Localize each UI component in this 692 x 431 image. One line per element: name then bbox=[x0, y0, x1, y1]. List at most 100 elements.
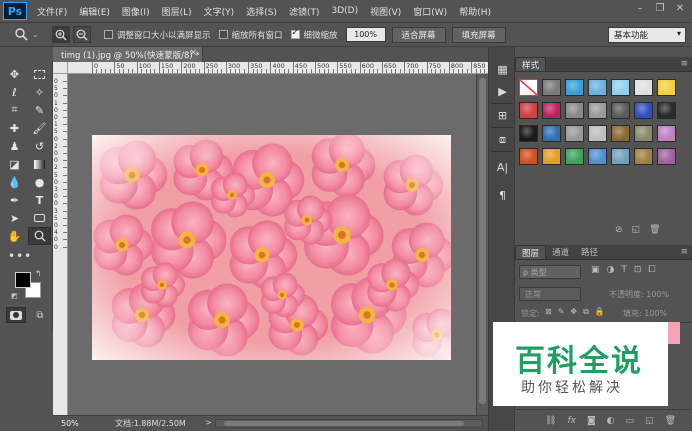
resize-windows-checkbox[interactable]: 调整窗口大小以满屏显示 bbox=[104, 29, 211, 41]
menu-layer[interactable]: 图层(L) bbox=[156, 5, 198, 18]
eraser-tool-icon[interactable]: ◪ bbox=[3, 155, 26, 173]
delete-layer-icon[interactable]: 🗑 bbox=[665, 416, 676, 426]
menu-help[interactable]: 帮助(H) bbox=[453, 5, 497, 18]
tab-paths[interactable]: 路径 bbox=[575, 245, 604, 259]
style-swatch[interactable] bbox=[565, 79, 584, 96]
style-swatch[interactable] bbox=[588, 79, 607, 96]
opacity-field[interactable]: 不透明度: 100% bbox=[609, 289, 669, 300]
style-swatch[interactable] bbox=[634, 148, 653, 165]
style-swatch[interactable] bbox=[657, 148, 676, 165]
style-swatch[interactable] bbox=[542, 148, 561, 165]
style-swatch[interactable] bbox=[565, 125, 584, 142]
menu-image[interactable]: 图像(I) bbox=[116, 5, 156, 18]
checkbox-zoom-all[interactable] bbox=[218, 30, 228, 39]
fill-screen-button[interactable]: 填充屏幕 bbox=[451, 26, 506, 43]
style-swatch[interactable] bbox=[542, 102, 561, 119]
document-info[interactable]: 文档:1.88M/2.50M bbox=[115, 418, 186, 429]
new-style-icon[interactable]: ◱ bbox=[632, 225, 641, 235]
scrollbar-thumb[interactable] bbox=[479, 78, 486, 404]
style-swatch[interactable] bbox=[565, 102, 584, 119]
zoom-percent-field[interactable]: 100% bbox=[345, 27, 386, 42]
screen-mode-icon[interactable]: ⧉ bbox=[32, 307, 48, 323]
default-colors-icon[interactable]: ◩ bbox=[11, 292, 18, 300]
tab-channels[interactable]: 通道 bbox=[546, 245, 575, 259]
path-selection-tool-icon[interactable]: ➤ bbox=[3, 209, 26, 227]
style-swatch[interactable] bbox=[519, 79, 538, 96]
filter-shape-icon[interactable]: ⊡ bbox=[634, 265, 642, 275]
style-swatch[interactable] bbox=[634, 102, 653, 119]
pen-tool-icon[interactable]: ✒ bbox=[3, 191, 26, 209]
layers-panel-menu-icon[interactable]: ≡ bbox=[680, 247, 688, 257]
edit-toolbar-icon[interactable]: ••• bbox=[8, 249, 52, 263]
history-panel-icon[interactable]: ▦ bbox=[493, 61, 512, 78]
tool-preset-chevron-icon[interactable]: ⌄ bbox=[30, 26, 40, 43]
style-swatch[interactable] bbox=[611, 125, 630, 142]
style-swatch[interactable] bbox=[519, 148, 538, 165]
style-swatch[interactable] bbox=[588, 102, 607, 119]
shape-tool-icon[interactable] bbox=[28, 209, 51, 227]
new-layer-icon[interactable]: ◱ bbox=[645, 416, 654, 426]
gradient-tool-icon[interactable] bbox=[28, 155, 51, 173]
status-zoom-field[interactable]: 50% bbox=[61, 417, 91, 430]
blend-mode-select[interactable]: 正常 bbox=[519, 287, 581, 301]
checkbox-scrubby-zoom[interactable] bbox=[290, 28, 300, 39]
menu-filter[interactable]: 滤镜(T) bbox=[283, 5, 326, 18]
menu-select[interactable]: 选择(S) bbox=[240, 5, 283, 18]
layer-thumbnail[interactable] bbox=[668, 322, 680, 344]
minimize-button[interactable]: – bbox=[632, 3, 648, 17]
hscroll-thumb[interactable] bbox=[224, 421, 464, 426]
clone-stamp-tool-icon[interactable]: ♟ bbox=[3, 137, 26, 155]
document-image[interactable] bbox=[92, 135, 451, 360]
lock-transparent-icon[interactable]: ⊠ bbox=[545, 307, 552, 317]
menu-view[interactable]: 视图(V) bbox=[364, 5, 407, 18]
type-tool-icon[interactable]: T bbox=[28, 191, 51, 209]
status-menu-arrow-icon[interactable]: > bbox=[205, 418, 212, 427]
style-swatch[interactable] bbox=[634, 79, 653, 96]
delete-style-icon[interactable]: 🗑 bbox=[649, 225, 660, 235]
fit-screen-button[interactable]: 适合屏幕 bbox=[391, 26, 446, 43]
style-swatch[interactable] bbox=[542, 125, 561, 142]
document-tab[interactable]: timg (1).jpg @ 50%(快速蒙版/8) * × bbox=[53, 47, 203, 62]
layer-filter-select[interactable]: ρ 类型 bbox=[519, 265, 581, 279]
swap-colors-icon[interactable]: ↰ bbox=[35, 269, 42, 278]
style-swatch[interactable] bbox=[611, 102, 630, 119]
style-swatch[interactable] bbox=[611, 79, 630, 96]
crop-tool-icon[interactable]: ⌗ bbox=[3, 101, 26, 119]
close-window-button[interactable]: ✕ bbox=[672, 3, 688, 17]
zoom-out-button[interactable] bbox=[73, 26, 91, 43]
lock-all-icon[interactable]: 🔒 bbox=[595, 307, 605, 317]
history-brush-tool-icon[interactable]: ↺ bbox=[28, 137, 51, 155]
checkbox-resize-windows[interactable] bbox=[104, 30, 113, 39]
zoom-all-windows-checkbox[interactable]: 缩放所有窗口 bbox=[218, 29, 283, 41]
lasso-tool-icon[interactable]: ℓ bbox=[3, 83, 26, 101]
maximize-button[interactable]: ❐ bbox=[652, 3, 668, 17]
healing-brush-tool-icon[interactable]: ✚ bbox=[3, 119, 26, 137]
filter-adjustment-icon[interactable]: ◑ bbox=[607, 265, 615, 275]
tab-styles[interactable]: 样式 bbox=[515, 57, 547, 71]
menu-type[interactable]: 文字(Y) bbox=[198, 5, 241, 18]
lock-artboard-icon[interactable]: ⧉ bbox=[583, 307, 589, 317]
brush-tool-icon[interactable]: 🖌 bbox=[28, 119, 51, 137]
style-swatch[interactable] bbox=[588, 148, 607, 165]
eyedropper-tool-icon[interactable]: ✎ bbox=[28, 101, 51, 119]
horizontal-scrollbar[interactable] bbox=[215, 419, 483, 428]
adjustment-layer-icon[interactable]: ◐ bbox=[607, 416, 615, 426]
libraries-panel-icon[interactable]: ⧈ bbox=[493, 131, 512, 148]
link-layers-icon[interactable]: ⛓ bbox=[545, 416, 556, 426]
lock-position-icon[interactable]: ✥ bbox=[570, 307, 577, 317]
new-group-icon[interactable]: ▭ bbox=[626, 416, 635, 426]
workspace-select[interactable]: 基本功能 ▾ bbox=[608, 27, 686, 43]
filter-type-icon[interactable]: T bbox=[621, 265, 627, 275]
scrubby-zoom-checkbox[interactable]: 细微缩放 bbox=[290, 28, 338, 41]
style-swatch[interactable] bbox=[519, 102, 538, 119]
quick-mask-button[interactable] bbox=[6, 307, 26, 323]
menu-3d[interactable]: 3D(D) bbox=[325, 6, 364, 16]
move-tool-icon[interactable]: ✥ bbox=[3, 65, 26, 83]
zoom-icon[interactable] bbox=[12, 26, 30, 43]
character-panel-icon[interactable]: A| bbox=[493, 159, 512, 176]
style-swatch[interactable] bbox=[611, 148, 630, 165]
close-tab-icon[interactable]: × bbox=[189, 48, 197, 58]
paragraph-panel-icon[interactable]: ¶ bbox=[493, 187, 512, 204]
layer-fx-icon[interactable]: fx bbox=[567, 416, 576, 426]
menu-file[interactable]: 文件(F) bbox=[31, 5, 73, 18]
